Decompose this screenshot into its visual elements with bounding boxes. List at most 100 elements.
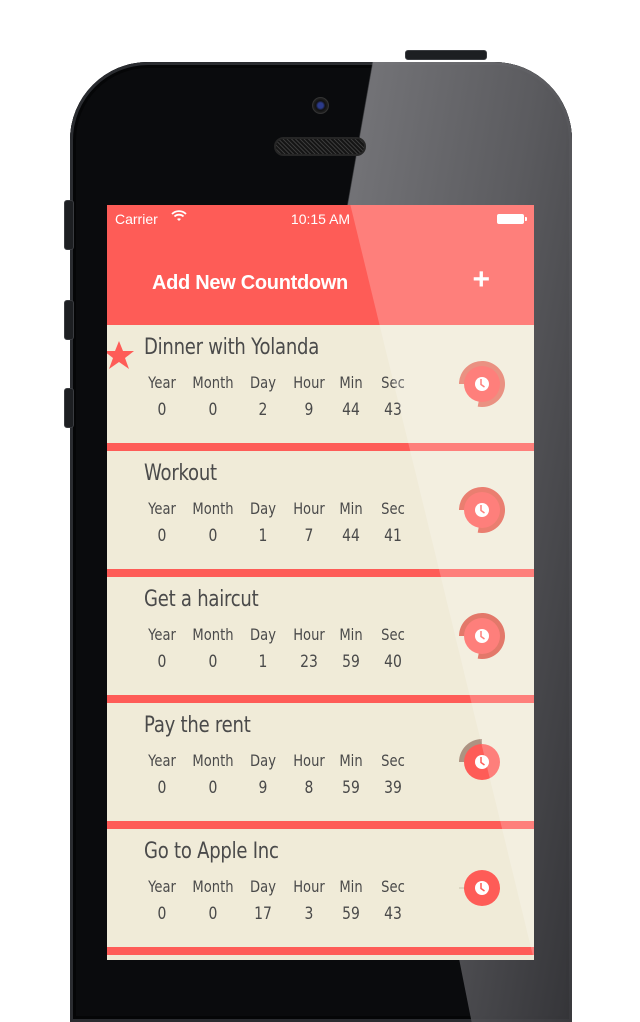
- unit-value: 0: [208, 778, 218, 798]
- add-new-countdown-button[interactable]: Add New Countdown: [152, 272, 348, 295]
- timer-progress-icon[interactable]: [457, 611, 507, 661]
- time-remaining: Year 0 Month 0 Day 9 Hour 8 Min 59 Sec 39: [137, 751, 415, 798]
- unit-value: 0: [157, 652, 167, 672]
- power-button: [405, 50, 487, 60]
- unit-label: Month: [192, 751, 234, 770]
- unit-month: Month 0: [187, 877, 239, 924]
- unit-value: 23: [300, 652, 318, 672]
- app-screen: Carrier 10:15 AM Add New Countdown + Din…: [107, 205, 534, 960]
- unit-value: 0: [157, 526, 167, 546]
- clock-icon: [475, 755, 489, 769]
- unit-value: 44: [342, 400, 360, 420]
- clock-icon: [475, 629, 489, 643]
- favorite-star-icon: [107, 341, 134, 369]
- plus-icon[interactable]: +: [472, 265, 490, 295]
- timer-progress-icon[interactable]: [457, 485, 507, 535]
- volume-down-button: [64, 388, 74, 428]
- unit-label: Sec: [381, 373, 405, 392]
- unit-label: Year: [148, 373, 176, 392]
- unit-day: Day 9: [239, 751, 287, 798]
- unit-label: Hour: [293, 373, 325, 392]
- battery-icon: [497, 214, 527, 224]
- unit-month: Month 0: [187, 625, 239, 672]
- unit-value: 8: [304, 778, 314, 798]
- unit-min: Min 59: [331, 625, 371, 672]
- countdown-card-1[interactable]: Dinner with Yolanda Year 0 Month 0 Day 2 Hour 9…: [107, 325, 534, 451]
- countdown-card-3[interactable]: Get a haircut Year 0 Month 0 Day 1 Hour 23 Min 59…: [107, 577, 534, 703]
- unit-value: 0: [208, 652, 218, 672]
- clock-icon: [475, 881, 489, 895]
- time-remaining: Year 0 Month 0 Day 1 Hour 23 Min 59 Sec 40: [137, 625, 415, 672]
- unit-value: 17: [254, 904, 272, 924]
- front-camera: [312, 97, 329, 114]
- unit-sec: Sec 43: [371, 373, 415, 420]
- timer-progress-icon[interactable]: [457, 863, 507, 913]
- unit-hour: Hour 3: [287, 877, 331, 924]
- status-bar: Carrier 10:15 AM: [107, 205, 534, 231]
- unit-label: Min: [339, 751, 363, 770]
- unit-year: Year 0: [137, 373, 187, 420]
- timer-progress-icon[interactable]: [457, 359, 507, 409]
- unit-day: Day 1: [239, 499, 287, 546]
- unit-sec: Sec 41: [371, 499, 415, 546]
- time-remaining: Year 0 Month 0 Day 2 Hour 9 Min 44 Sec 43: [137, 373, 415, 420]
- unit-day: Day 17: [239, 877, 287, 924]
- unit-day: Day 1: [239, 625, 287, 672]
- navigation-bar: Carrier 10:15 AM Add New Countdown +: [107, 205, 534, 325]
- unit-value: 40: [384, 652, 402, 672]
- earpiece-speaker: [274, 137, 366, 156]
- unit-label: Day: [250, 877, 276, 896]
- unit-label: Year: [148, 499, 176, 518]
- unit-value: 0: [208, 400, 218, 420]
- unit-hour: Hour 7: [287, 499, 331, 546]
- unit-value: 0: [208, 526, 218, 546]
- unit-value: 44: [342, 526, 360, 546]
- time-remaining: Year 0 Month 0 Day 1 Hour 7 Min 44 Sec 41: [137, 499, 415, 546]
- unit-label: Day: [250, 751, 276, 770]
- countdown-card-5[interactable]: Go to Apple Inc Year 0 Month 0 Day 17 Hour 3 Min…: [107, 829, 534, 955]
- unit-sec: Sec 39: [371, 751, 415, 798]
- countdown-title: Get a haircut: [144, 587, 259, 612]
- clock-icon: [475, 377, 489, 391]
- unit-label: Day: [250, 373, 276, 392]
- unit-min: Min 44: [331, 499, 371, 546]
- unit-month: Month 0: [187, 499, 239, 546]
- unit-min: Min 59: [331, 751, 371, 798]
- unit-value: 43: [384, 400, 402, 420]
- unit-label: Min: [339, 877, 363, 896]
- countdown-card-4[interactable]: Pay the rent Year 0 Month 0 Day 9 Hour 8 Min 59 Se…: [107, 703, 534, 829]
- unit-value: 39: [384, 778, 402, 798]
- unit-label: Month: [192, 499, 234, 518]
- volume-up-button: [64, 300, 74, 340]
- clock-time: 10:15 AM: [290, 211, 351, 227]
- mute-switch: [64, 200, 74, 250]
- unit-value: 59: [342, 778, 360, 798]
- unit-value: 59: [342, 652, 360, 672]
- unit-year: Year 0: [137, 751, 187, 798]
- unit-label: Hour: [293, 877, 325, 896]
- unit-label: Sec: [381, 877, 405, 896]
- unit-day: Day 2: [239, 373, 287, 420]
- unit-value: 0: [157, 904, 167, 924]
- unit-label: Month: [192, 625, 234, 644]
- countdown-card-2[interactable]: Workout Year 0 Month 0 Day 1 Hour 7 Min 44 Sec 41: [107, 451, 534, 577]
- unit-label: Year: [148, 877, 176, 896]
- unit-year: Year 0: [137, 877, 187, 924]
- unit-value: 1: [258, 526, 268, 546]
- unit-value: 0: [157, 778, 167, 798]
- timer-progress-icon[interactable]: [457, 737, 507, 787]
- unit-label: Day: [250, 499, 276, 518]
- unit-hour: Hour 23: [287, 625, 331, 672]
- countdown-title: Go to Apple Inc: [144, 839, 279, 864]
- unit-label: Hour: [293, 751, 325, 770]
- unit-value: 43: [384, 904, 402, 924]
- unit-value: 59: [342, 904, 360, 924]
- unit-value: 7: [304, 526, 314, 546]
- unit-year: Year 0: [137, 499, 187, 546]
- unit-label: Hour: [293, 625, 325, 644]
- unit-value: 3: [304, 904, 314, 924]
- unit-month: Month 0: [187, 751, 239, 798]
- unit-label: Min: [339, 499, 363, 518]
- unit-value: 2: [258, 400, 268, 420]
- unit-label: Month: [192, 373, 234, 392]
